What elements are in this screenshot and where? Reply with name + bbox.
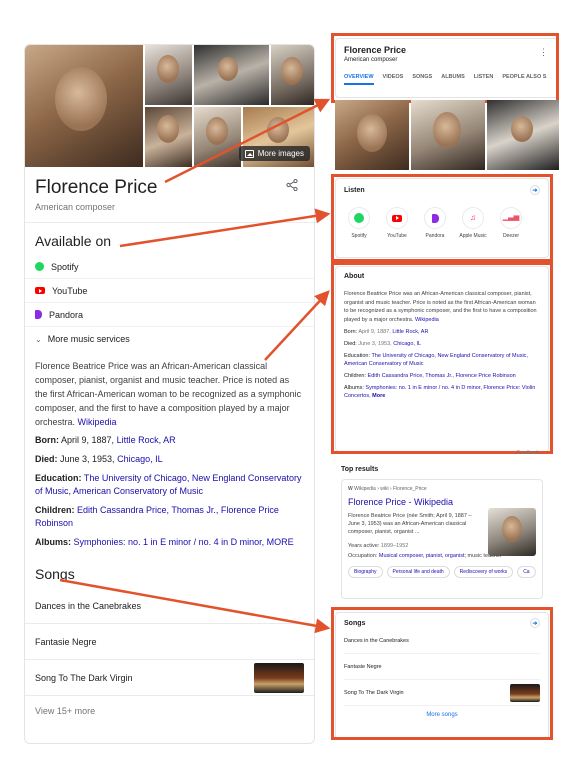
about-description: Florence Beatrice Price was an African-A… [25, 351, 314, 431]
fact-label: Education: [35, 473, 82, 483]
service-label: YouTube [52, 285, 88, 296]
chip-link[interactable]: Rediscovery of works [453, 566, 514, 578]
song-row[interactable]: Dances in the Canebrakes [25, 588, 314, 624]
fact-children: Children: Edith Cassandra Price, Thomas … [25, 501, 314, 533]
portrait-photo[interactable] [25, 45, 143, 167]
more-images-button[interactable]: More images [238, 146, 310, 161]
result-thumbnail[interactable] [488, 508, 536, 556]
albums-link[interactable]: Symphonies: no. 1 in E minor / no. 4 in … [74, 537, 294, 547]
fact-education: Education: The University of Chicago, Ne… [25, 469, 314, 501]
photo-thumb[interactable] [411, 100, 485, 170]
highlight-box [331, 607, 553, 740]
result-source: W Wikipedia › wiki › Florence_Price [348, 486, 536, 492]
image-icon [244, 149, 254, 158]
more-images-label: More images [257, 149, 304, 158]
chip-link[interactable]: Personal life and death [386, 566, 450, 578]
youtube-icon [35, 287, 45, 294]
view-more-songs-link[interactable]: View 15+ more [25, 696, 314, 726]
song-title: Dances in the Canebrakes [35, 600, 142, 611]
desktop-knowledge-panel: More images Florence Price American comp… [24, 44, 315, 744]
photo-thumb[interactable] [145, 107, 192, 167]
fact-label: Children: [35, 505, 75, 515]
service-label: Spotify [51, 261, 79, 272]
service-youtube[interactable]: YouTube [25, 279, 314, 303]
result-chips: Biography Personal life and death Redisc… [348, 566, 536, 578]
song-title: Song To The Dark Virgin [35, 672, 133, 683]
feedback-link[interactable]: Feedback [517, 450, 539, 456]
fact-label: Albums: [35, 537, 71, 547]
photo-thumb[interactable] [194, 107, 241, 167]
fact-born: Born: April 9, 1887, Little Rock, AR [25, 431, 314, 450]
fact-died: Died: June 3, 1953, Chicago, IL [25, 450, 314, 469]
chevron-down-icon: ⌄ [35, 334, 42, 344]
photo-thumb[interactable] [145, 45, 192, 105]
photo-collage[interactable]: More images [25, 45, 314, 167]
service-pandora[interactable]: Pandora [25, 303, 314, 327]
fact-albums: Albums: Symphonies: no. 1 in E minor / n… [25, 533, 314, 552]
song-thumbnail [254, 662, 304, 693]
highlight-box [331, 33, 559, 103]
service-label: Pandora [49, 309, 84, 320]
highlight-box [331, 174, 553, 262]
mobile-photo-strip[interactable] [335, 100, 559, 170]
photo-thumb[interactable] [335, 100, 409, 170]
photo-thumb[interactable] [271, 45, 314, 105]
fact-label: Occupation: [348, 553, 378, 559]
wikipedia-link[interactable]: Wikipedia [78, 417, 117, 427]
died-place-link[interactable]: Chicago, IL [117, 454, 163, 464]
available-on-heading: Available on [35, 233, 112, 249]
highlight-box [331, 262, 553, 454]
occupation-link[interactable]: Musical composer, pianist, organist [379, 553, 465, 559]
fact-value: 1899–1952 [380, 543, 409, 549]
photo-thumb[interactable] [487, 100, 559, 170]
photo-thumb[interactable] [194, 45, 269, 105]
chip-link[interactable]: Biography [348, 566, 383, 578]
top-results-section: Top results W Wikipedia › wiki › Florenc… [335, 462, 549, 602]
pandora-icon [35, 310, 42, 319]
result-snippet: Florence Beatrice Price (née Smith; Apri… [348, 513, 472, 535]
chip-link[interactable]: Ca [517, 566, 536, 578]
result-card[interactable]: W Wikipedia › wiki › Florence_Price Flor… [341, 479, 543, 599]
fact-label: Born: [35, 435, 59, 445]
service-spotify[interactable]: Spotify [25, 255, 314, 279]
fact-value: April 9, 1887, [61, 435, 115, 445]
result-title-link[interactable]: Florence Price - Wikipedia [348, 497, 536, 507]
entity-title: Florence Price [35, 177, 158, 198]
fact-label: Years active: [348, 543, 380, 549]
share-icon[interactable] [286, 178, 298, 194]
wikipedia-w-icon: W [348, 486, 353, 492]
more-services-label: More music services [47, 334, 130, 344]
top-results-heading: Top results [341, 466, 379, 473]
born-place-link[interactable]: Little Rock, AR [117, 435, 176, 445]
spotify-icon [35, 262, 44, 271]
song-row[interactable]: Song To The Dark Virgin [25, 660, 314, 696]
songs-heading: Songs [35, 566, 75, 582]
song-title: Fantasie Negre [35, 636, 97, 647]
entity-subtitle: American composer [35, 202, 116, 212]
about-text: Florence Beatrice Price was an African-A… [35, 361, 302, 427]
result-source-text: Wikipedia › wiki › Florence_Price [354, 486, 427, 492]
fact-label: Died: [35, 454, 58, 464]
divider [25, 222, 314, 223]
fact-value: June 3, 1953, [60, 454, 115, 464]
song-row[interactable]: Fantasie Negre [25, 624, 314, 660]
more-music-services-toggle[interactable]: ⌄ More music services [25, 327, 314, 351]
